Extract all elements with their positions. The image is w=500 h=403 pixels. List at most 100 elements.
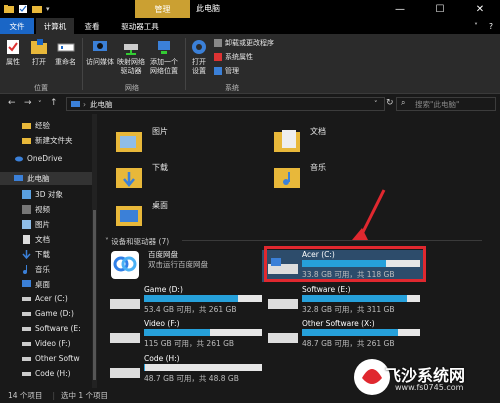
nav-item-label: 3D 对象 bbox=[35, 190, 63, 199]
content-scrollbar[interactable] bbox=[492, 114, 500, 388]
section-header[interactable]: ˅ 设备和驱动器 (7) bbox=[105, 236, 169, 247]
manage-button[interactable]: 管理 bbox=[214, 66, 239, 76]
download-folder-icon bbox=[116, 168, 142, 188]
tab-computer[interactable]: 计算机 bbox=[36, 18, 74, 34]
forward-arrow-icon[interactable]: → bbox=[24, 98, 32, 108]
address-dropdown-icon[interactable]: ˅ bbox=[374, 100, 378, 108]
group-label-network: 网络 bbox=[125, 84, 139, 92]
folder-pictures[interactable]: 图片 bbox=[114, 126, 168, 156]
drive-f[interactable]: Video (F:) 115 GB 可用，共 261 GB bbox=[110, 319, 262, 351]
drive-icon bbox=[22, 342, 31, 346]
drive-d[interactable]: Game (D:) 53.4 GB 可用，共 261 GB bbox=[110, 285, 262, 317]
drive-usage-bar bbox=[144, 364, 262, 371]
nav-scrollbar-thumb[interactable] bbox=[93, 210, 96, 380]
nav-item-drive-c[interactable]: Acer (C:) bbox=[22, 294, 92, 303]
folder-documents[interactable]: 文档 bbox=[272, 126, 326, 156]
drive-h[interactable]: Code (H:) 48.7 GB 可用，共 48.8 GB bbox=[110, 354, 262, 386]
ribbon-collapse-icon[interactable]: ˅ bbox=[470, 18, 482, 34]
folder-desktop[interactable]: 桌面 bbox=[114, 200, 168, 230]
open-button[interactable]: 打开 bbox=[30, 38, 48, 67]
breadcrumb-chevron-icon: › bbox=[83, 99, 86, 109]
refresh-icon[interactable]: ↻ bbox=[386, 98, 394, 108]
address-bar[interactable]: › 此电脑 bbox=[66, 97, 385, 111]
system-properties-label: 系统属性 bbox=[225, 53, 253, 61]
uninstall-program-button[interactable]: 卸载或更改程序 bbox=[214, 38, 274, 48]
address-toolbar: ← → ˅ ↑ › 此电脑 ˅ ↻ 搜索"此电脑" ⌕ bbox=[0, 95, 500, 113]
rename-button[interactable]: 重命名 bbox=[55, 38, 76, 67]
recent-dropdown-icon[interactable]: ˅ bbox=[38, 100, 42, 108]
tab-file[interactable]: 文件 bbox=[0, 18, 34, 34]
folder-music[interactable]: 音乐 bbox=[272, 162, 326, 192]
nav-item-drive-d[interactable]: Game (D:) bbox=[22, 309, 92, 318]
add-network-location-button[interactable]: 添加一个 网络位置 bbox=[150, 38, 178, 76]
baidu-netdisk[interactable]: 百度网盘 双击运行百度网盘 bbox=[110, 250, 208, 280]
pictures-icon bbox=[22, 220, 31, 229]
nav-item-documents[interactable]: 文档 bbox=[22, 234, 50, 245]
download-icon bbox=[22, 250, 31, 259]
documents-icon bbox=[23, 235, 30, 244]
nav-item-jingyan[interactable]: 经验 bbox=[22, 120, 50, 131]
nav-item-desktop[interactable]: 桌面 bbox=[22, 279, 50, 290]
nav-item-downloads[interactable]: 下载 bbox=[22, 249, 50, 260]
baidu-name: 百度网盘 bbox=[148, 250, 178, 259]
drive-e[interactable]: Software (E:) 32.8 GB 可用，共 311 GB bbox=[268, 285, 420, 317]
folder-label: 图片 bbox=[152, 127, 168, 136]
drive-icon bbox=[268, 333, 298, 343]
folder-downloads[interactable]: 下载 bbox=[114, 162, 168, 192]
nav-item-label: Video (F:) bbox=[35, 339, 71, 348]
drive-usage-fill bbox=[302, 329, 398, 336]
open-settings-button[interactable]: 打开 设置 bbox=[190, 38, 208, 76]
maximize-button[interactable]: ☐ bbox=[420, 0, 460, 18]
video-icon bbox=[22, 205, 31, 214]
window-controls: — ☐ ✕ bbox=[380, 0, 500, 18]
checkmark-icon[interactable] bbox=[18, 4, 28, 14]
tab-view[interactable]: 查看 bbox=[78, 18, 106, 34]
properties-icon bbox=[7, 40, 19, 54]
nav-item-label: 下载 bbox=[35, 250, 50, 259]
nav-item-pictures[interactable]: 图片 bbox=[22, 219, 50, 230]
search-input[interactable]: 搜索"此电脑" bbox=[396, 97, 496, 111]
system-properties-button[interactable]: 系统属性 bbox=[214, 52, 253, 62]
drive-icon bbox=[110, 333, 140, 343]
up-arrow-icon[interactable]: ↑ bbox=[50, 98, 58, 108]
nav-item-drive-h[interactable]: Code (H:) bbox=[22, 369, 92, 378]
new-folder-icon[interactable] bbox=[32, 4, 42, 14]
tab-drive-tools[interactable]: 驱动器工具 bbox=[110, 18, 170, 34]
nav-item-label: Acer (C:) bbox=[35, 294, 68, 303]
nav-item-label: 此电脑 bbox=[27, 174, 50, 183]
nav-item-drive-f[interactable]: Video (F:) bbox=[22, 339, 92, 348]
nav-item-onedrive[interactable]: OneDrive bbox=[14, 154, 62, 163]
nav-item-video[interactable]: 视频 bbox=[22, 204, 50, 215]
nav-item-new-folder[interactable]: 新建文件夹 bbox=[22, 135, 73, 146]
open-folder-icon bbox=[31, 39, 47, 54]
help-icon[interactable]: ? bbox=[484, 18, 498, 34]
drive-icon bbox=[110, 299, 140, 309]
nav-item-drive-x[interactable]: Other Softw bbox=[22, 354, 92, 363]
add-network-label: 添加一个 网络位置 bbox=[150, 58, 178, 75]
manage-label: 管理 bbox=[225, 67, 239, 75]
close-button[interactable]: ✕ bbox=[460, 0, 500, 18]
nav-item-3d-objects[interactable]: 3D 对象 bbox=[22, 189, 63, 200]
drive-name: Other Software (X:) bbox=[302, 319, 375, 328]
map-drive-button[interactable]: 映射网络 驱动器 bbox=[117, 38, 145, 76]
nav-item-music[interactable]: 音乐 bbox=[22, 264, 50, 275]
drive-name: Software (E:) bbox=[302, 285, 351, 294]
drive-x[interactable]: Other Software (X:) 48.7 GB 可用，共 261 GB bbox=[268, 319, 420, 351]
folder-icon[interactable] bbox=[4, 4, 14, 14]
back-arrow-icon[interactable]: ← bbox=[8, 98, 16, 108]
nav-item-label: 桌面 bbox=[35, 280, 50, 289]
desktop-icon bbox=[22, 280, 31, 287]
nav-item-this-pc[interactable]: 此电脑 bbox=[0, 172, 92, 185]
drive-usage-fill bbox=[144, 329, 211, 336]
computer-icon bbox=[14, 175, 23, 181]
tab-manage[interactable]: 管理 bbox=[135, 0, 190, 18]
baidu-netdisk-icon bbox=[111, 251, 139, 279]
drive-icon bbox=[22, 372, 31, 376]
access-media-button[interactable]: 访问媒体 bbox=[86, 38, 114, 67]
properties-button[interactable]: 属性 bbox=[4, 38, 22, 67]
drive-name: Video (F:) bbox=[144, 319, 180, 328]
nav-item-drive-e[interactable]: Software (E: bbox=[22, 324, 92, 333]
minimize-button[interactable]: — bbox=[380, 0, 420, 18]
3d-objects-icon bbox=[22, 190, 31, 199]
quick-access-dropdown-icon[interactable]: ▾ bbox=[46, 5, 50, 13]
